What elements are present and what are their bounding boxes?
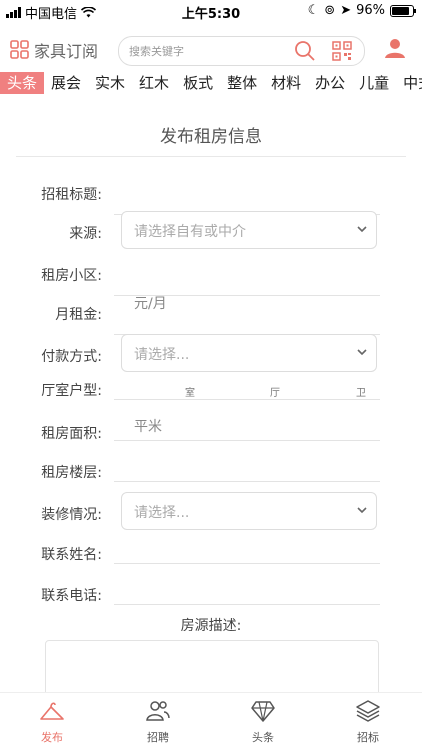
title-label: 招租标题: [41, 187, 102, 203]
form-row-layout: 厅室户型: 室 厅 卫 [0, 378, 422, 418]
category-item[interactable]: 材料 [264, 72, 308, 94]
form-row-community: 租房小区: [0, 257, 422, 297]
form-row-rent: 月租金: 元/月 [0, 296, 422, 336]
contact-name-label: 联系姓名: [41, 547, 102, 563]
category-item[interactable]: 儿童 [352, 72, 396, 94]
source-select-placeholder: 请选择自有或中介 [134, 224, 246, 240]
location-icon: ➤ [340, 3, 352, 18]
source-label: 来源: [69, 226, 102, 242]
area-input[interactable] [114, 440, 380, 441]
community-label: 租房小区: [41, 268, 102, 284]
rent-label: 月租金: [55, 307, 102, 323]
category-item[interactable]: 实木 [88, 72, 132, 94]
category-item[interactable]: 板式 [176, 72, 220, 94]
tab-recruit[interactable]: 招聘 [123, 699, 193, 745]
contact-phone-label: 联系电话: [41, 588, 102, 604]
area-label: 租房面积: [41, 426, 102, 442]
rent-unit: 元/月 [134, 296, 167, 312]
search-bar[interactable] [118, 36, 365, 66]
category-item[interactable]: 展会 [44, 72, 88, 94]
app-header: 家具订阅 [0, 30, 422, 72]
category-item[interactable]: 头条 [0, 72, 45, 94]
page-title: 发布租房信息 [160, 127, 262, 147]
tab-bidding[interactable]: 招标 [333, 699, 403, 745]
search-input[interactable] [129, 37, 289, 65]
bottom-tab-bar: 发布 招聘 头条 招标 [0, 692, 422, 751]
chevron-down-icon [357, 349, 367, 356]
battery-percent: 96% [356, 3, 385, 18]
tab-headlines[interactable]: 头条 [228, 699, 298, 745]
qr-code-icon[interactable] [332, 41, 352, 61]
decoration-label: 装修情况: [41, 507, 102, 523]
category-item[interactable]: 红木 [132, 72, 176, 94]
battery-icon [390, 4, 416, 17]
payment-label: 付款方式: [41, 349, 102, 365]
category-item[interactable]: 办公 [308, 72, 352, 94]
decoration-select[interactable]: 请选择... [121, 492, 377, 530]
category-nav: 头条展会实木红木板式整体材料办公儿童中式 [0, 72, 422, 94]
moon-icon: ☾ [307, 3, 320, 18]
grid-logo-icon [10, 40, 29, 59]
description-label: 房源描述: [180, 618, 242, 634]
tab-bidding-label: 招标 [357, 731, 379, 744]
hanger-icon [40, 702, 64, 720]
bath-unit: 卫 [356, 388, 366, 399]
floor-label: 租房楼层: [41, 465, 102, 481]
form-row-contact-name: 联系姓名: [0, 542, 422, 582]
chevron-down-icon [357, 507, 367, 514]
payment-select-placeholder: 请选择... [134, 347, 190, 363]
logo-text: 家具订阅 [34, 42, 99, 61]
form-row-area: 租房面积: 平米 [0, 419, 422, 459]
form-row-source: 来源: 请选择自有或中介 [0, 211, 422, 255]
payment-select[interactable]: 请选择... [121, 334, 377, 372]
diamond-icon [251, 701, 275, 722]
title-divider [16, 156, 406, 157]
chevron-down-icon [357, 226, 367, 233]
form-row-decoration: 装修情况: 请选择... [0, 492, 422, 540]
contact-name-input[interactable] [114, 563, 380, 564]
user-icon[interactable] [384, 37, 406, 59]
status-bar: 中国电信 上午5:30 ☾ ⊚ ➤ 96% [0, 0, 422, 22]
layout-input[interactable] [114, 399, 380, 400]
search-icon[interactable] [294, 40, 316, 62]
form-row-title: 招租标题: [0, 176, 422, 216]
category-item[interactable]: 整体 [220, 72, 264, 94]
room-unit: 室 [185, 388, 195, 399]
people-icon [146, 701, 170, 721]
app-logo[interactable]: 家具订阅 [10, 38, 98, 62]
layers-icon [356, 700, 380, 722]
source-select[interactable]: 请选择自有或中介 [121, 211, 377, 249]
lock-rotation-icon: ⊚ [324, 3, 336, 18]
tab-headlines-label: 头条 [252, 731, 274, 744]
contact-phone-input[interactable] [114, 604, 380, 605]
tab-recruit-label: 招聘 [147, 731, 169, 744]
decoration-select-placeholder: 请选择... [134, 505, 190, 521]
form-row-payment: 付款方式: 请选择... [0, 334, 422, 378]
category-item[interactable]: 中式 [396, 72, 422, 94]
tab-publish-label: 发布 [41, 731, 63, 744]
tab-publish[interactable]: 发布 [17, 699, 87, 745]
area-unit: 平米 [134, 419, 162, 435]
floor-input[interactable] [114, 481, 380, 482]
hall-unit: 厅 [270, 388, 280, 399]
layout-label: 厅室户型: [41, 383, 102, 399]
